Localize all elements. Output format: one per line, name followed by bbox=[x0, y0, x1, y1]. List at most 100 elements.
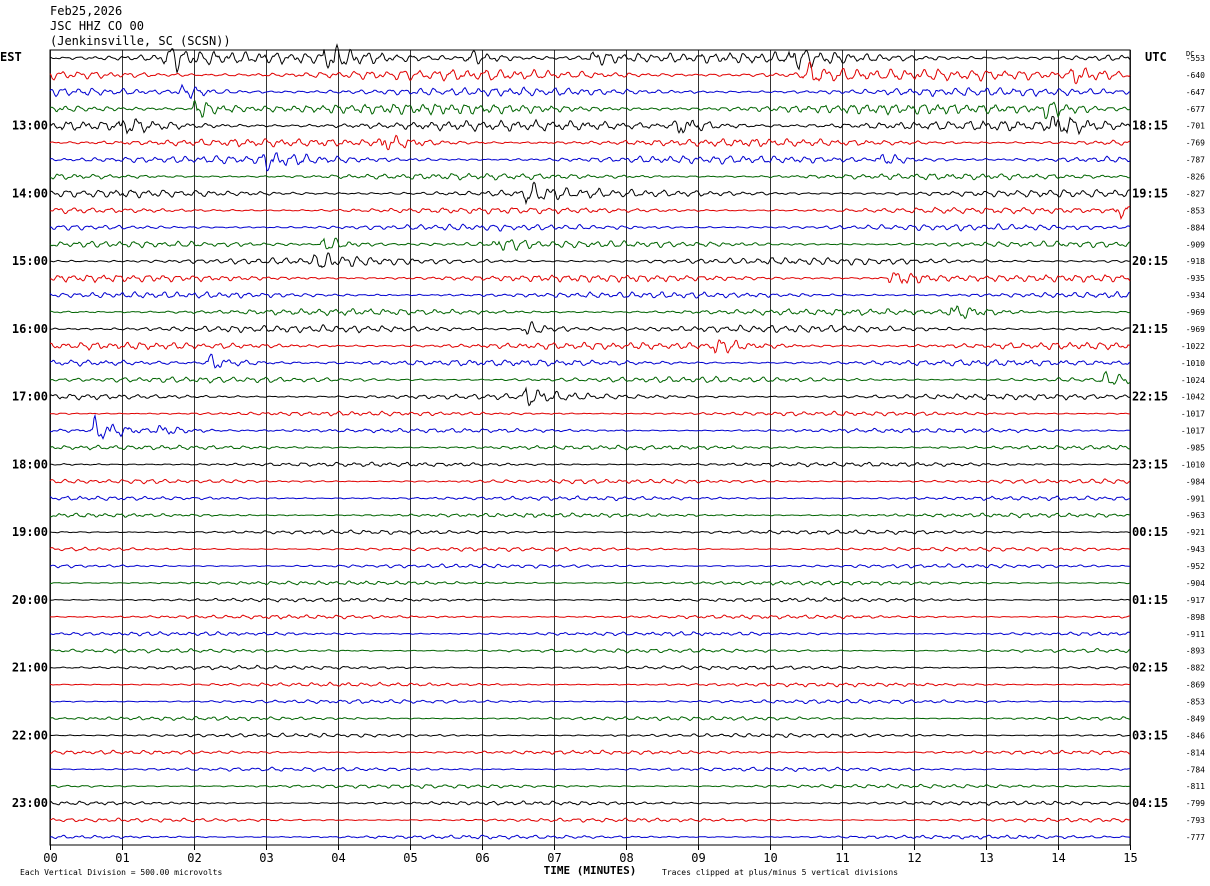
trace-line bbox=[49, 546, 1131, 552]
dc-offset-label: -1022 bbox=[1181, 342, 1205, 351]
left-time-label: 17:00 bbox=[12, 390, 48, 404]
x-tick-label: 01 bbox=[115, 851, 129, 865]
dc-offset-label: -918 bbox=[1186, 257, 1205, 266]
dc-offset-label: -647 bbox=[1186, 88, 1205, 97]
trace-line bbox=[49, 766, 1131, 772]
right-time-label: 03:15 bbox=[1132, 728, 1168, 742]
trace-line bbox=[49, 800, 1131, 806]
dc-offset-label: -777 bbox=[1186, 833, 1205, 842]
x-tick-label: 03 bbox=[259, 851, 273, 865]
dc-offset-label: -677 bbox=[1186, 105, 1205, 114]
x-tick-label: 11 bbox=[835, 851, 849, 865]
dc-offset-label: -984 bbox=[1186, 477, 1205, 486]
dc-offset-label: -935 bbox=[1186, 274, 1205, 283]
trace-line bbox=[49, 783, 1131, 789]
left-time-label: 18:00 bbox=[12, 457, 48, 471]
trace-line bbox=[49, 320, 1130, 335]
trace-line bbox=[49, 100, 1131, 120]
dc-offset-label: -1010 bbox=[1181, 359, 1205, 368]
trace-line bbox=[49, 614, 1131, 620]
trace-line bbox=[49, 290, 1131, 299]
dc-offset-label: -846 bbox=[1186, 731, 1205, 740]
trace-line bbox=[49, 478, 1131, 485]
left-time-label: 16:00 bbox=[12, 322, 48, 336]
right-time-label: 01:15 bbox=[1132, 593, 1168, 607]
trace-line bbox=[49, 630, 1131, 637]
x-tick-label: 09 bbox=[691, 851, 705, 865]
dc-offset-label: -1042 bbox=[1181, 393, 1205, 402]
dc-offset-label: -911 bbox=[1186, 630, 1205, 639]
dc-offset-label: -827 bbox=[1186, 189, 1205, 198]
left-time-label: 13:00 bbox=[12, 119, 48, 133]
x-tick-label: 00 bbox=[43, 851, 57, 865]
dc-offset-label: -701 bbox=[1186, 122, 1205, 131]
trace-line bbox=[49, 461, 1130, 468]
right-time-label: 20:15 bbox=[1132, 254, 1168, 268]
x-axis-title: TIME (MINUTES) bbox=[544, 864, 637, 877]
trace-line bbox=[49, 495, 1131, 502]
dc-offset-label: -640 bbox=[1186, 71, 1205, 80]
left-time-label: 14:00 bbox=[12, 186, 48, 200]
left-timezone-label: EST bbox=[0, 50, 22, 64]
dc-offset-label: -985 bbox=[1186, 444, 1205, 453]
dc-offset-label: -884 bbox=[1186, 223, 1205, 232]
right-timezone-label: UTC bbox=[1145, 50, 1167, 64]
trace-line bbox=[49, 410, 1130, 417]
left-time-label: 20:00 bbox=[12, 593, 48, 607]
dc-offset-label: -769 bbox=[1186, 139, 1205, 148]
trace-line bbox=[49, 664, 1131, 671]
minute-grid bbox=[49, 49, 1131, 850]
trace-line bbox=[49, 413, 1131, 440]
dc-offset-label: -917 bbox=[1186, 596, 1205, 605]
dc-offset-label: -991 bbox=[1186, 494, 1205, 503]
trace-line bbox=[49, 353, 1131, 369]
x-tick-label: 14 bbox=[1051, 851, 1065, 865]
axis-labels: 00 01 02 03 04 05 06 07 08 09 10 11 12 13 14 15-553-640… bbox=[0, 50, 1205, 877]
x-tick-label: 07 bbox=[547, 851, 561, 865]
trace-line bbox=[49, 370, 1131, 386]
helicorder-chart: 00 01 02 03 04 05 06 07 08 09 10 11 12 13 14 15-553-640… bbox=[0, 43, 1205, 877]
dc-offset-label: -793 bbox=[1186, 816, 1205, 825]
x-tick-label: 05 bbox=[403, 851, 417, 865]
left-time-label: 15:00 bbox=[12, 254, 48, 268]
trace-line bbox=[49, 152, 1131, 172]
dc-offset-label: -853 bbox=[1186, 206, 1205, 215]
dc-offset-label: -811 bbox=[1186, 782, 1205, 791]
trace-line bbox=[49, 83, 1131, 100]
left-time-label: 21:00 bbox=[12, 661, 48, 675]
right-time-label: 18:15 bbox=[1132, 119, 1168, 133]
x-tick-label: 15 bbox=[1123, 851, 1137, 865]
trace-line bbox=[49, 115, 1131, 136]
left-time-label: 22:00 bbox=[12, 728, 48, 742]
right-time-label: 19:15 bbox=[1132, 186, 1168, 200]
trace-line bbox=[49, 512, 1131, 519]
trace-line bbox=[49, 715, 1131, 722]
right-time-label: 21:15 bbox=[1132, 322, 1168, 336]
trace-line bbox=[49, 563, 1131, 569]
trace-line bbox=[49, 252, 1131, 269]
dc-offset-label: -849 bbox=[1186, 714, 1205, 723]
dc-offset-label: -787 bbox=[1186, 156, 1205, 165]
trace-line bbox=[49, 205, 1131, 220]
dc-offset-label: -814 bbox=[1186, 748, 1205, 757]
dc-offset-label: -909 bbox=[1186, 240, 1205, 249]
dc-offset-label: -943 bbox=[1186, 545, 1205, 554]
left-time-label: 19:00 bbox=[12, 525, 48, 539]
x-tick-label: 06 bbox=[475, 851, 489, 865]
trace-line bbox=[49, 648, 1131, 654]
dc-offset-label: -904 bbox=[1186, 579, 1205, 588]
right-time-label: 22:15 bbox=[1132, 390, 1168, 404]
trace-line bbox=[49, 339, 1131, 354]
clipping-note: Traces clipped at plus/minus 5 vertical … bbox=[662, 868, 898, 877]
dc-offset-label: -799 bbox=[1186, 799, 1205, 808]
right-time-label: 04:15 bbox=[1132, 796, 1168, 810]
x-tick-label: 12 bbox=[907, 851, 921, 865]
x-tick-label: 13 bbox=[979, 851, 993, 865]
trace-line bbox=[49, 698, 1131, 705]
dc-offset-label: -826 bbox=[1186, 173, 1205, 182]
trace-line bbox=[49, 272, 1131, 285]
x-tick-label: 04 bbox=[331, 851, 345, 865]
dc-offset-label: -1010 bbox=[1181, 460, 1205, 469]
trace-line bbox=[49, 386, 1131, 407]
trace-line bbox=[49, 305, 1131, 320]
